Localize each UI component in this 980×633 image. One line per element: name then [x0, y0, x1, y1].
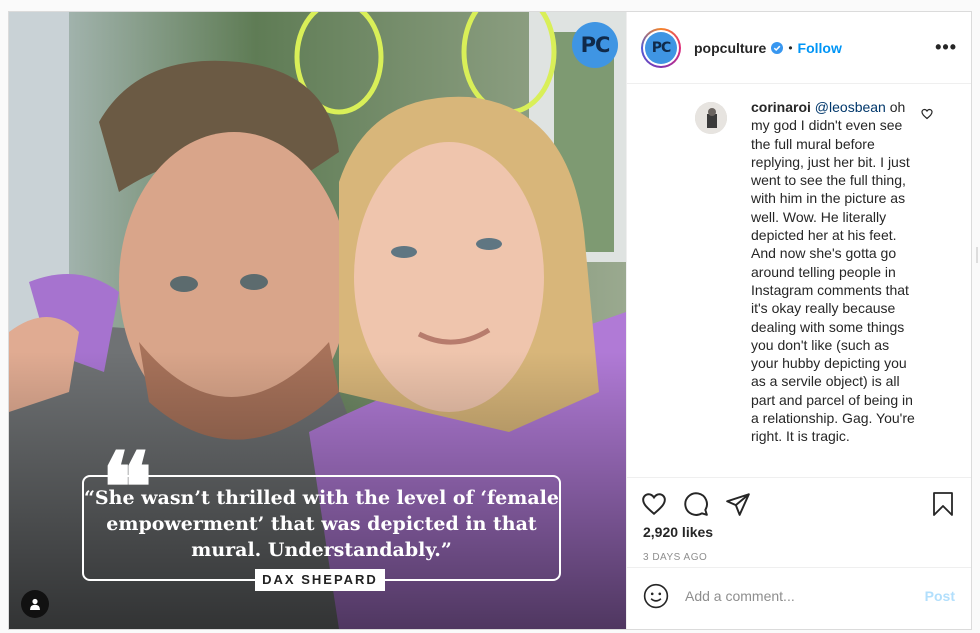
likes-count[interactable]: 2,920 likes [643, 524, 713, 540]
comment-input[interactable] [685, 587, 925, 604]
more-options-icon[interactable]: ••• [935, 37, 957, 58]
add-comment-bar: Post [627, 567, 971, 623]
avatar-text: PC [645, 31, 677, 64]
comment-item: corinaroi @leosbean oh my god I didn't e… [695, 98, 955, 446]
user-tag-icon[interactable] [21, 590, 49, 618]
like-heart-icon[interactable] [641, 491, 667, 517]
quote-author: DAX SHEPARD [255, 569, 385, 591]
save-bookmark-icon[interactable] [931, 491, 955, 517]
post-side-panel: PC popculture • Follow ••• corinaroi @le… [626, 12, 971, 629]
quote-text: “She wasn’t thrilled with the level of ‘… [84, 487, 559, 561]
comment-bubble-icon[interactable] [683, 491, 709, 517]
follow-button[interactable]: Follow [798, 40, 842, 56]
avatar[interactable]: PC [641, 27, 681, 68]
comment-like-heart-icon[interactable] [921, 108, 933, 120]
instagram-post: PC ❝ “She wasn’t thrilled with the level… [8, 11, 972, 630]
comment-avatar[interactable] [695, 102, 727, 134]
scrollbar-handle[interactable] [976, 247, 978, 263]
post-actions: 2,920 likes 3 DAYS AGO Post [627, 477, 971, 623]
post-header: PC popculture • Follow ••• [627, 12, 971, 84]
comments-list[interactable]: corinaroi @leosbean oh my god I didn't e… [627, 84, 971, 477]
comment-body: corinaroi @leosbean oh my god I didn't e… [751, 98, 917, 446]
post-photo[interactable]: PC ❝ “She wasn’t thrilled with the level… [9, 12, 626, 629]
comment-username[interactable]: corinaroi [751, 99, 811, 115]
separator-dot: • [788, 40, 793, 55]
username-link[interactable]: popculture [694, 40, 766, 56]
verified-badge-icon [771, 41, 784, 54]
pc-logo-watermark: PC [572, 22, 618, 68]
comment-text: oh my god I didn't even see the full mur… [751, 99, 915, 445]
comment-mention[interactable]: @leosbean [815, 99, 886, 115]
post-timestamp[interactable]: 3 DAYS AGO [643, 552, 707, 563]
post-comment-button[interactable]: Post [925, 588, 955, 604]
share-paper-plane-icon[interactable] [725, 491, 751, 517]
emoji-smiley-icon[interactable] [643, 583, 669, 609]
